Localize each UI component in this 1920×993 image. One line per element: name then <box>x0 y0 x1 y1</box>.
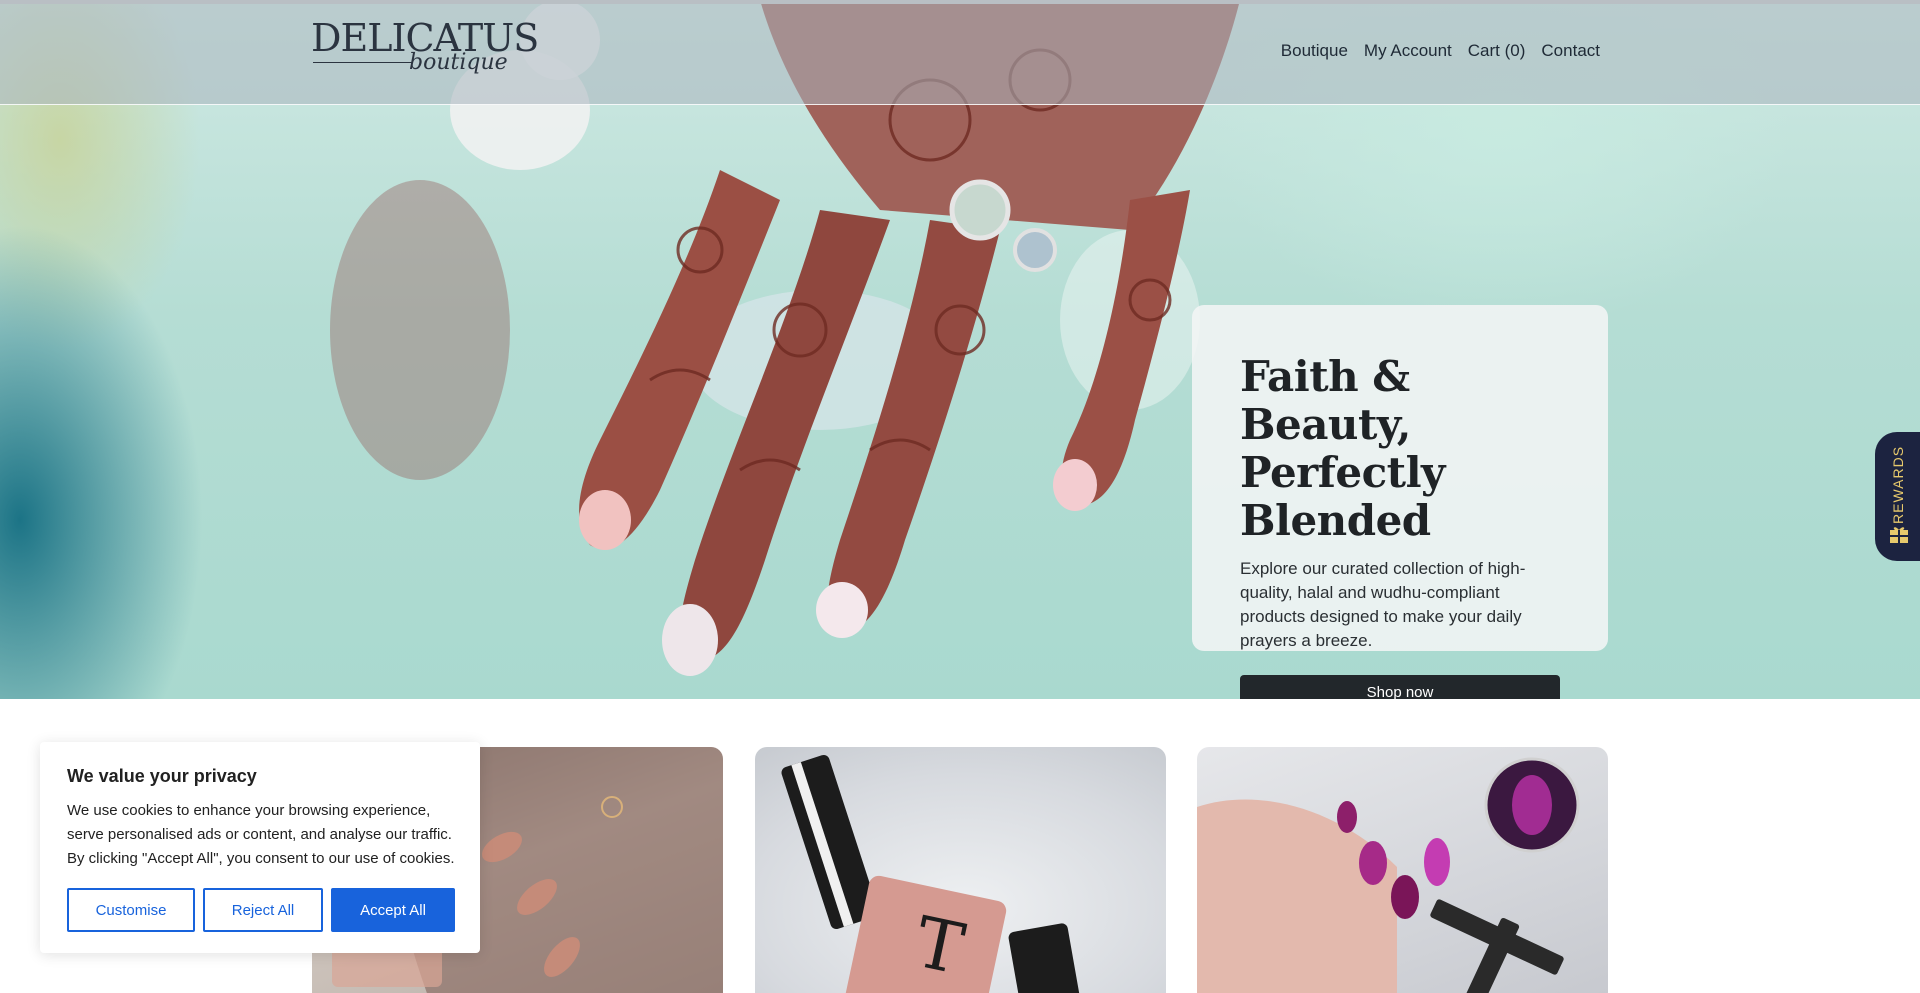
cookie-buttons: Customise Reject All Accept All <box>67 888 455 932</box>
nail-polish-bottles-image: T <box>781 754 1082 993</box>
reject-all-button[interactable]: Reject All <box>203 888 323 932</box>
hero-description: Explore our curated collection of high-q… <box>1240 559 1526 650</box>
hero-title-line2: Perfectly Blended <box>1240 448 1445 545</box>
hero-card: Faith & Beauty, Perfectly Blended Explor… <box>1192 305 1608 699</box>
cookie-title: We value your privacy <box>67 766 257 786</box>
rewards-tab[interactable]: REWARDS <box>1875 432 1920 561</box>
logo-underline <box>313 62 413 63</box>
cat-eye-nails-image <box>1197 757 1580 993</box>
site-header: DELICATUS boutique Boutique My Account C… <box>0 4 1920 105</box>
customise-button[interactable]: Customise <box>67 888 195 932</box>
accept-all-button[interactable]: Accept All <box>331 888 455 932</box>
nav-boutique[interactable]: Boutique <box>1281 41 1348 61</box>
nav-cart[interactable]: Cart (0) <box>1468 41 1526 61</box>
hero-title-line1: Faith & Beauty, <box>1240 352 1411 449</box>
rewards-label: REWARDS <box>1890 445 1906 525</box>
nav-my-account[interactable]: My Account <box>1364 41 1452 61</box>
cookie-description: We use cookies to enhance your browsing … <box>67 802 455 867</box>
logo[interactable]: DELICATUS boutique <box>311 16 539 96</box>
main-nav: Boutique My Account Cart (0) Contact <box>1281 41 1600 61</box>
gift-icon <box>1890 527 1908 543</box>
hero-title: Faith & Beauty, Perfectly Blended <box>1240 353 1560 545</box>
cookie-consent-banner: We value your privacy We use cookies to … <box>40 742 480 953</box>
product-card-3[interactable] <box>1197 747 1608 993</box>
shop-now-button[interactable]: Shop now <box>1240 675 1560 699</box>
nav-contact[interactable]: Contact <box>1541 41 1600 61</box>
logo-script-text: boutique <box>409 50 508 75</box>
product-card-2[interactable]: T <box>755 747 1166 993</box>
